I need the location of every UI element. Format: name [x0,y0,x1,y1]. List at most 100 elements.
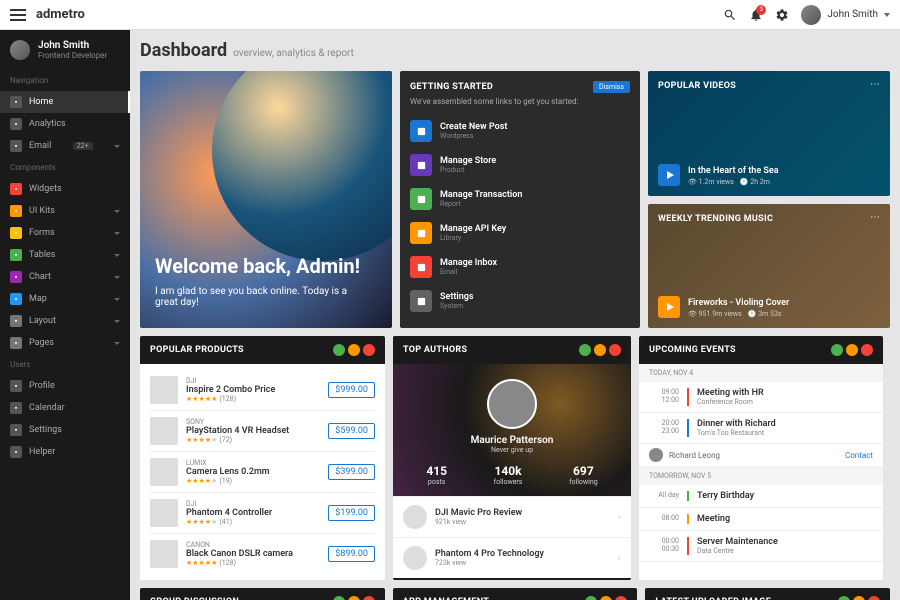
gs-icon [410,154,432,176]
main-content: Dashboardoverview, analytics & report We… [130,30,900,600]
product-image [150,540,178,568]
gear-icon: ▪ [10,424,22,436]
card-actions[interactable] [831,344,873,356]
user-icon: ▪ [10,380,22,392]
gs-icon [410,120,432,142]
user-name-top: John Smith [827,9,878,20]
sidebar-item-chart[interactable]: ▪Chart [0,266,130,288]
product-item[interactable]: SONYPlayStation 4 VR Headset★★★★★(72)$59… [150,411,375,452]
chevron-down-icon [114,210,120,213]
gs-icon [410,290,432,312]
gs-icon [410,256,432,278]
event-item[interactable]: 00:0000:30Server MaintenanceData Centre [639,531,883,562]
chevron-down-icon [884,13,890,17]
contact-link[interactable]: Contact [845,451,873,460]
sidebar-item-home[interactable]: ▪Home [0,91,130,113]
gs-item[interactable]: Manage API KeyLibrary [410,216,630,250]
widget-icon: ▪ [10,183,22,195]
product-item[interactable]: DJIInspire 2 Combo Price★★★★★(128)$999.0… [150,370,375,411]
dismiss-button[interactable]: Dismiss [593,81,630,93]
menu-toggle-icon[interactable] [10,9,26,21]
sidebar-item-layout[interactable]: ▪Layout [0,310,130,332]
more-icon[interactable]: ⋯ [870,79,880,90]
grid-icon: ▪ [10,96,22,108]
review-thumb [403,505,427,529]
chevron-down-icon [114,298,120,301]
search-icon[interactable] [723,8,737,22]
gs-item[interactable]: Manage InboxEmail [410,250,630,284]
page-title: Dashboardoverview, analytics & report [140,40,890,61]
card: APP MANAGEMENT [393,588,638,600]
settings-icon[interactable] [775,8,789,22]
product-image [150,417,178,445]
event-item[interactable]: 09:0012:00Meeting with HRConference Room [639,382,883,413]
sidebar-heading: Users [0,354,130,375]
getting-started-card: GETTING STARTEDDismiss We've assembled s… [400,71,640,328]
sidebar-item-helper[interactable]: ▪Helper [0,441,130,463]
event-item[interactable]: 08:00Meeting [639,508,883,531]
event-item[interactable]: 20:0023:00Dinner with RichardTom's Too R… [639,413,883,444]
sidebar-item-map[interactable]: ▪Map [0,288,130,310]
sidebar-item-forms[interactable]: ▪Forms [0,222,130,244]
notifications-icon[interactable]: 3 [749,8,763,22]
notification-badge: 3 [756,5,766,15]
chevron-down-icon [114,254,120,257]
chevron-right-icon: › [618,512,621,523]
avatar [649,448,663,462]
gs-icon [410,222,432,244]
sidebar-item-tables[interactable]: ▪Tables [0,244,130,266]
chevron-down-icon [114,145,120,148]
review-thumb [403,546,427,570]
map-icon: ▪ [10,293,22,305]
sidebar-profile[interactable]: John SmithFrontend Developer [0,30,130,70]
chevron-down-icon [114,320,120,323]
product-item[interactable]: CANONBlack Canon DSLR camera★★★★★(128)$8… [150,534,375,574]
sidebar-item-analytics[interactable]: ▪Analytics [0,113,130,135]
top-authors-card: TOP AUTHORS Maurice Patterson Never give… [393,336,631,580]
review-item[interactable]: DJI Mavic Pro Review921k view› [393,496,631,537]
card: LATEST UPLOADED IMAGE [645,588,890,600]
card-actions[interactable] [333,344,375,356]
product-item[interactable]: DJIPhantom 4 Controller★★★★★(41)$199.00 [150,493,375,534]
price-badge: $199.00 [328,505,375,521]
badge: 22+ [73,142,93,150]
cal-icon: ▪ [10,402,22,414]
event-item[interactable]: All dayTerry Birthday [639,485,883,508]
play-button[interactable] [658,164,680,186]
sidebar-item-profile[interactable]: ▪Profile [0,375,130,397]
product-item[interactable]: LUMIXCamera Lens 0.2mm★★★★★(19)$399.00 [150,452,375,493]
chart-icon: ▪ [10,118,22,130]
review-item[interactable]: Phantom 4 Pro Technology723k view› [393,537,631,578]
user-menu[interactable]: John Smith [801,5,890,25]
upcoming-events-card: UPCOMING EVENTS TODAY, NOV 409:0012:00Me… [639,336,883,580]
gs-item[interactable]: Create New PostWordpress [410,114,630,148]
sidebar-item-email[interactable]: ▪Email22+ [0,135,130,157]
sidebar-heading: Components [0,157,130,178]
sidebar-item-pages[interactable]: ▪Pages [0,332,130,354]
sidebar-item-settings[interactable]: ▪Settings [0,419,130,441]
card-actions[interactable] [579,344,621,356]
event-day-label: TODAY, NOV 4 [639,364,883,382]
gs-item[interactable]: Manage StoreProduct [410,148,630,182]
gs-item[interactable]: Manage TransactionReport [410,182,630,216]
avatar [801,5,821,25]
sidebar-item-widgets[interactable]: ▪Widgets [0,178,130,200]
sidebar-item-calendar[interactable]: ▪Calendar [0,397,130,419]
video-card[interactable]: WEEKLY TRENDING MUSIC⋯Fireworks - Violin… [648,204,890,329]
author-avatar [487,379,537,429]
gs-icon [410,188,432,210]
gs-item[interactable]: SettingsSystem [410,284,630,318]
card-actions[interactable] [585,596,627,600]
kit-icon: ▪ [10,205,22,217]
topbar: admetro 3 John Smith [0,0,900,30]
brand: admetro [36,7,85,22]
welcome-hero: Welcome back, Admin! I am glad to see yo… [140,71,392,328]
more-icon[interactable]: ⋯ [870,212,880,223]
play-button[interactable] [658,296,680,318]
card-actions[interactable] [838,596,880,600]
chevron-right-icon: › [618,553,621,564]
chevron-down-icon [114,342,120,345]
video-card[interactable]: POPULAR VIDEOS⋯In the Heart of the Sea👁 … [648,71,890,196]
card-actions[interactable] [333,596,375,600]
sidebar-item-ui-kits[interactable]: ▪UI Kits [0,200,130,222]
